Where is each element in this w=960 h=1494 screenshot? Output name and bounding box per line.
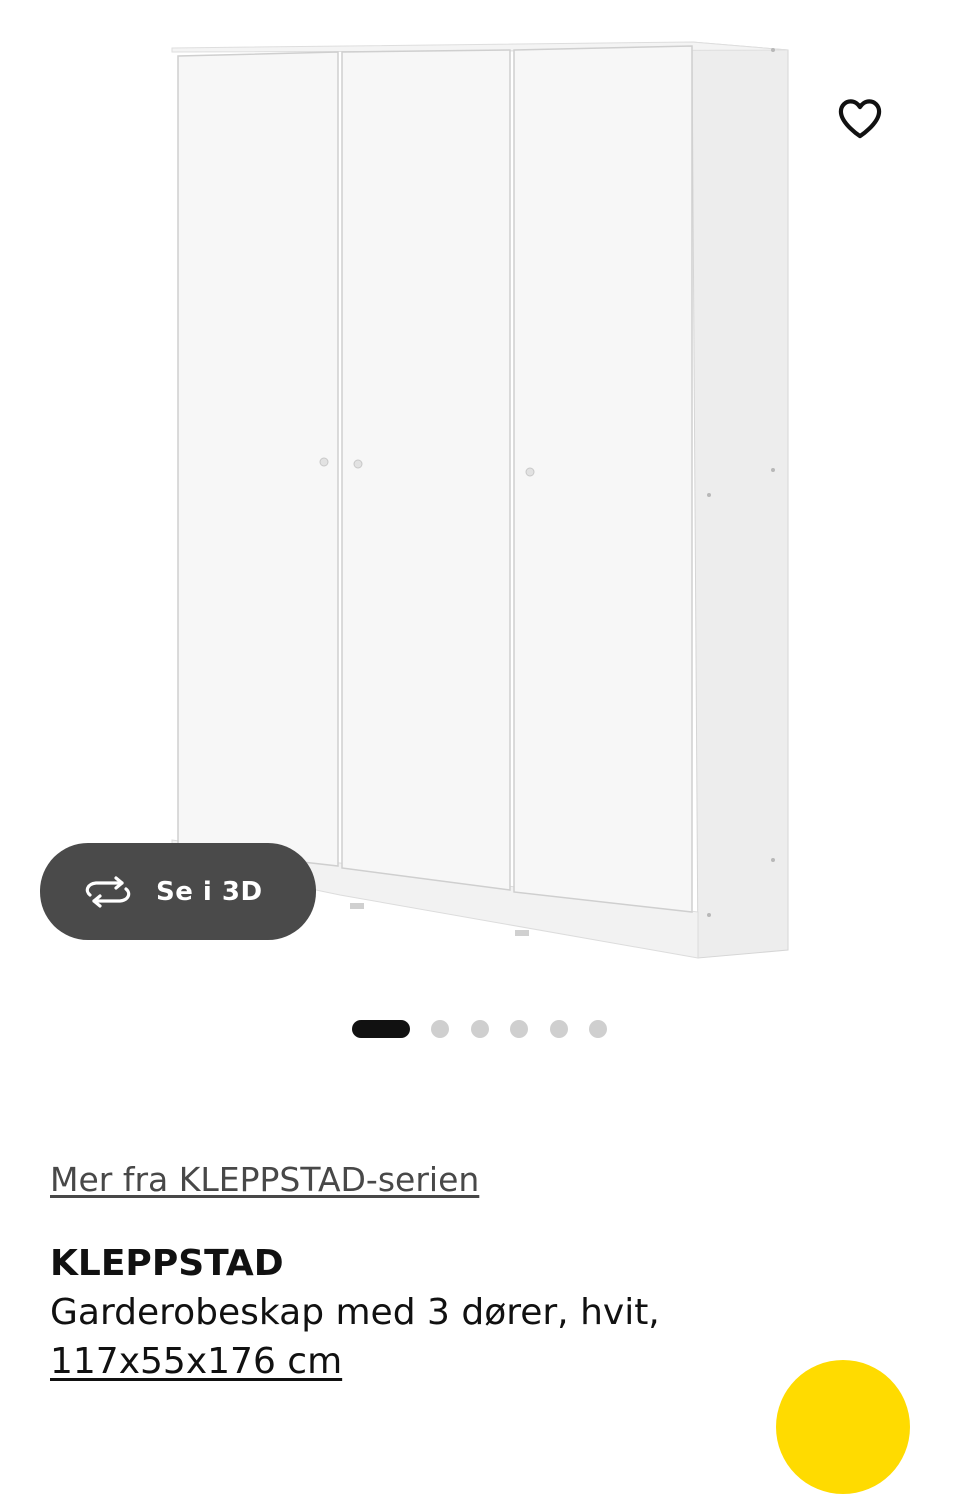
view-3d-button[interactable]: Se i 3D [40, 843, 316, 940]
heart-outline-icon [837, 97, 883, 143]
favorite-button[interactable] [832, 92, 888, 148]
carousel-dot-2[interactable] [431, 1020, 449, 1038]
rotate-3d-icon [82, 872, 134, 912]
series-link[interactable]: Mer fra KLEPPSTAD-serien [50, 1160, 479, 1199]
carousel-pagination [0, 1018, 960, 1040]
carousel-dot-3[interactable] [471, 1020, 489, 1038]
carousel-dot-6[interactable] [589, 1020, 607, 1038]
carousel-dot-5[interactable] [550, 1020, 568, 1038]
carousel-dot-4[interactable] [510, 1020, 528, 1038]
product-description: Garderobeskap med 3 dører, hvit, [50, 1292, 660, 1333]
add-to-cart-button[interactable] [776, 1360, 910, 1494]
product-name: KLEPPSTAD [50, 1243, 284, 1284]
product-size-link[interactable]: 117x55x176 cm [50, 1341, 342, 1382]
carousel-dot-1[interactable] [352, 1020, 410, 1038]
view-3d-label: Se i 3D [156, 876, 263, 907]
product-gallery[interactable]: Se i 3D [0, 0, 960, 1000]
